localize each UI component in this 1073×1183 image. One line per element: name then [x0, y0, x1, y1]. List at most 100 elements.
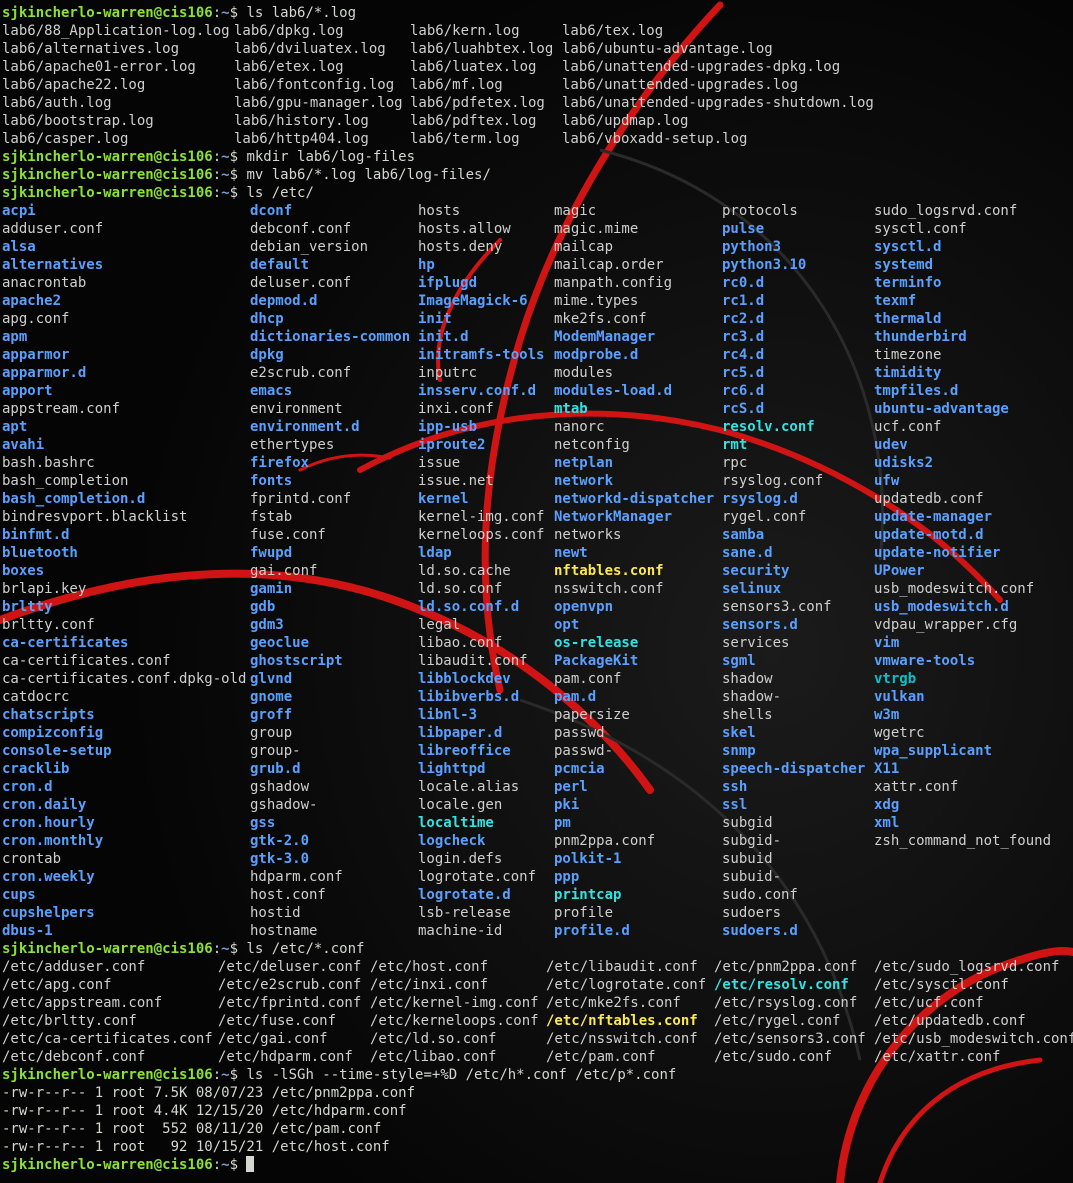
listing-row: lab6/casper.log lab6/http404.log lab6/term… [2, 130, 1072, 148]
directory-entry: udev [874, 437, 908, 453]
directory-entry: modules-load.d [554, 383, 673, 399]
directory-entry: ld.so.conf.d [418, 599, 520, 615]
directory-entry: chatscripts [2, 707, 95, 723]
directory-entry: logcheck [418, 833, 486, 849]
directory-entry: modprobe.d [554, 347, 639, 363]
file-entry: lab6/luatex.log [410, 59, 537, 75]
directory-entry: texmf [874, 293, 917, 309]
file-entry: mtab [554, 401, 588, 417]
prompt-user-host: sjkincherlo-warren@cis106 [2, 185, 213, 201]
listing-row: apparmor.d e2scrub.conf inputrc modules rc5.… [2, 364, 1072, 382]
file-entry: lab6/bootstrap.log [2, 113, 154, 129]
directory-entry: UPower [874, 563, 925, 579]
directory-entry: logrotate.d [418, 887, 511, 903]
directory-entry: terminfo [874, 275, 942, 291]
listing-row: apg.conf dhcp init mke2fs.conf rc2.d thermald [2, 310, 1072, 328]
file-entry: vdpau_wrapper.cfg [874, 617, 1018, 633]
directory-entry: libpaper.d [418, 725, 503, 741]
listing-row: apt environment.d ipp-usb nanorc resolv.conf… [2, 418, 1072, 436]
file-entry: /etc/kerneloops.conf [370, 1013, 539, 1029]
command-text: ls /etc/*.conf [246, 941, 365, 957]
file-entry: /etc/sudo_logsrvd.conf [874, 959, 1060, 975]
file-entry: debconf.conf [250, 221, 352, 237]
listing-row: ca-certificates geoclue libao.conf os-relea… [2, 634, 1072, 652]
listing-row: cupshelpers hostid lsb-release profile sudoe… [2, 904, 1072, 922]
file-entry: protocols [722, 203, 798, 219]
directory-entry: alsa [2, 239, 36, 255]
directory-entry: glvnd [250, 671, 293, 687]
file-entry: /etc/pam.conf [546, 1049, 656, 1065]
file-entry: lab6/fontconfig.log [234, 77, 395, 93]
listing-row: appstream.conf environment inxi.conf mtab rc… [2, 400, 1072, 418]
listing-row: compizconfig group libpaper.d passwd skel wge… [2, 724, 1072, 742]
listing-row: cron.weekly hdparm.conf logrotate.conf ppp s… [2, 868, 1072, 886]
directory-entry: ca-certificates [2, 635, 129, 651]
listing-row: cups host.conf logrotate.d printcap sudo.con… [2, 886, 1072, 904]
directory-entry: depmod.d [250, 293, 318, 309]
directory-entry: environment.d [250, 419, 360, 435]
file-entry: /etc/apg.conf [2, 977, 112, 993]
long-listing-row: -rw-r--r-- 1 root 92 10/15/21 /etc/host.… [2, 1138, 390, 1156]
file-entry: ca-certificates.conf [2, 653, 171, 669]
command-text: ls -lSGh --time-style=+%D /etc/h*.conf /… [246, 1067, 677, 1083]
directory-entry: ldap [418, 545, 452, 561]
file-entry: login.defs [418, 851, 503, 867]
directory-entry: apparmor [2, 347, 70, 363]
file-entry: shadow [722, 671, 773, 687]
file-entry: ld.so.conf [418, 581, 503, 597]
listing-row: bash.bashrc firefox issue netplan rpc udisks2 [2, 454, 1072, 472]
directory-entry: gdb [250, 599, 276, 615]
directory-entry: rc6.d [722, 383, 765, 399]
file-entry: catdocrc [2, 689, 70, 705]
directory-entry: boxes [2, 563, 45, 579]
directory-entry: kernel [418, 491, 469, 507]
directory-entry: sysctl.d [874, 239, 942, 255]
directory-entry: dconf [250, 203, 293, 219]
file-entry: services [722, 635, 790, 651]
directory-entry: fonts [250, 473, 293, 489]
directory-entry: network [554, 473, 614, 489]
file-entry: locale.alias [418, 779, 520, 795]
listing-row: avahi ethertypes iproute2 netconfig rmt udev [2, 436, 1072, 454]
file-entry: hostname [250, 923, 318, 939]
file-entry: group- [250, 743, 301, 759]
file-entry: magic.mime [554, 221, 639, 237]
directory-entry: udisks2 [874, 455, 934, 471]
directory-entry: w3m [874, 707, 900, 723]
file-entry: /etc/inxi.conf [370, 977, 489, 993]
directory-entry: cron.hourly [2, 815, 95, 831]
prompt-symbol: $ [229, 941, 247, 957]
long-listing-text: -rw-r--r-- 1 root 7.5K 08/07/23 /etc/pnm… [2, 1085, 416, 1101]
prompt-path: ~ [221, 185, 230, 201]
directory-entry: profile.d [554, 923, 630, 939]
listing-row: /etc/debconf.conf/etc/hdparm.conf/etc/li… [2, 1048, 1072, 1066]
directory-entry: fwupd [250, 545, 293, 561]
directory-entry: sane.d [722, 545, 773, 561]
file-entry: sudo.conf [722, 887, 798, 903]
file-entry: bindresvport.blacklist [2, 509, 188, 525]
listing-row: /etc/apg.conf/etc/e2scrub.conf/etc/inxi.… [2, 976, 1072, 994]
file-entry: hosts [418, 203, 461, 219]
directory-entry: pulse [722, 221, 765, 237]
directory-entry: X11 [874, 761, 900, 777]
directory-entry: ssl [722, 797, 748, 813]
listing-row: binfmt.d fuse.conf kerneloops.conf networks… [2, 526, 1072, 544]
prompt-line: sjkincherlo-warren@cis106:~$ ls -lSGh --… [2, 1066, 676, 1084]
listing-row: /etc/brltty.conf/etc/fuse.conf/etc/kerne… [2, 1012, 1072, 1030]
prompt-symbol: $ [229, 1157, 247, 1173]
prompt-separator: : [212, 149, 222, 165]
directory-entry: bluetooth [2, 545, 78, 561]
directory-entry: polkit-1 [554, 851, 622, 867]
text-cursor[interactable] [246, 1156, 255, 1172]
prompt-separator: : [212, 941, 222, 957]
directory-entry: rcS.d [722, 401, 765, 417]
long-listing-row: -rw-r--r-- 1 root 552 08/11/20 /etc/pam.… [2, 1120, 381, 1138]
file-entry: e2scrub.conf [250, 365, 352, 381]
file-entry: /etc/libao.conf [370, 1049, 497, 1065]
directory-entry: openvpn [554, 599, 614, 615]
file-entry: ca-certificates.conf.dpkg-old [2, 671, 247, 687]
prompt-user-host: sjkincherlo-warren@cis106 [2, 1157, 213, 1173]
directory-entry: samba [722, 527, 765, 543]
prompt-separator: : [212, 185, 222, 201]
command-text: ls /etc/ [246, 185, 314, 201]
